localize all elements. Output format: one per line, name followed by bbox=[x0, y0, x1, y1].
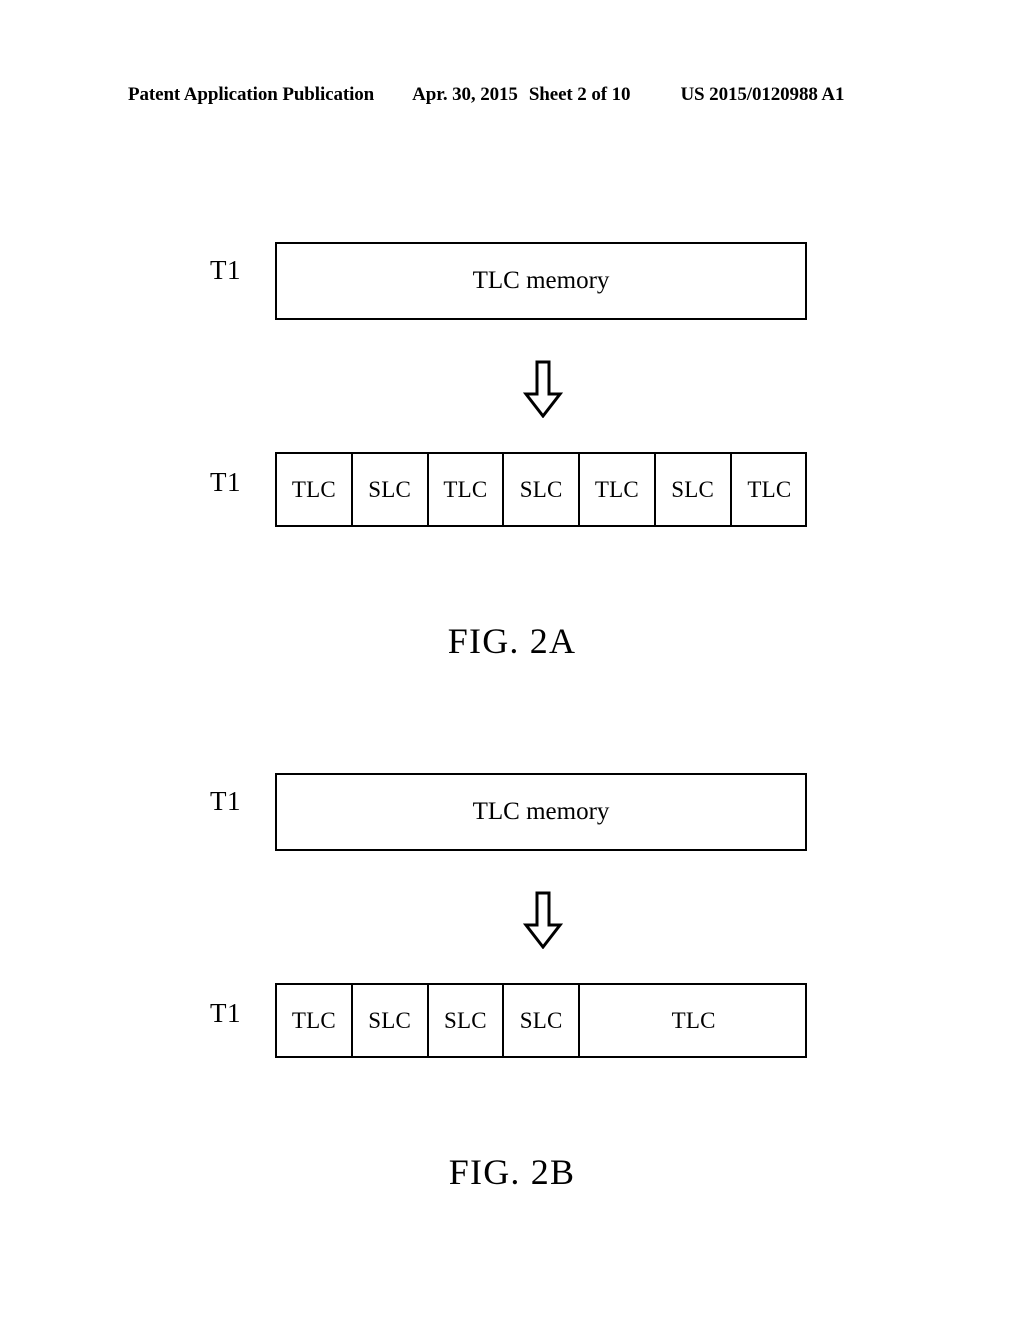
memory-cell-tlc: TLC bbox=[671, 1007, 716, 1033]
figure-2a-before-row: T1 TLC memory bbox=[0, 230, 1024, 320]
memory-cell-slc: SLC bbox=[656, 454, 732, 525]
figure-2b-after-row: T1 TLC SLC SLC SLC TLC bbox=[0, 973, 1024, 1058]
figure-2a-tlc-memory-block: TLC memory bbox=[275, 242, 807, 320]
figure-2b: T1 TLC memory T1 TLC SLC SLC SLC TLC FIG. 2B bbox=[0, 761, 1024, 1211]
figure-2b-caption: FIG. 2B bbox=[448, 1152, 576, 1192]
header-date-label: Apr. 30, 2015 bbox=[412, 84, 518, 105]
header-sheet-label: Sheet 2 of 10 bbox=[528, 84, 631, 105]
memory-cell-slc: SLC bbox=[353, 454, 429, 525]
memory-cell-slc: SLC bbox=[429, 985, 505, 1056]
memory-cell-tlc: TLC bbox=[580, 454, 656, 525]
page-header: Patent Application Publication Apr. 30, … bbox=[128, 84, 896, 110]
figure-2a-after-row: T1 TLC SLC TLC SLC TLC SLC TLC bbox=[0, 442, 1024, 527]
figure-2a-before-row-label: T1 bbox=[210, 254, 241, 285]
memory-cell-tlc: TLC bbox=[277, 985, 353, 1056]
memory-cell-slc: SLC bbox=[353, 985, 429, 1056]
figure-2a: T1 TLC memory T1 TLC SLC TLC SLC TLC SLC TLC F… bbox=[0, 230, 1024, 680]
header-publication-label: Patent Application Publication bbox=[128, 84, 375, 105]
figure-2a-after-row-label: T1 bbox=[210, 466, 241, 497]
memory-cell-tlc: TLC bbox=[747, 476, 792, 502]
figure-2a-caption: FIG. 2A bbox=[447, 621, 577, 661]
figure-2b-tlc-memory-block: TLC memory bbox=[275, 773, 807, 851]
figure-2b-after-row-label: T1 bbox=[210, 997, 241, 1028]
down-arrow-icon bbox=[523, 360, 563, 418]
figure-2b-segmented-memory-bar: TLC SLC SLC SLC TLC bbox=[275, 983, 807, 1058]
figure-2b-before-row-label: T1 bbox=[210, 785, 241, 816]
memory-cell-tlc: TLC bbox=[277, 454, 353, 525]
memory-cell-slc: SLC bbox=[504, 985, 580, 1056]
figure-2b-before-row: T1 TLC memory bbox=[0, 761, 1024, 851]
figure-2a-segmented-memory-bar: TLC SLC TLC SLC TLC SLC TLC bbox=[275, 452, 807, 527]
header-patent-number: US 2015/0120988 A1 bbox=[680, 84, 845, 105]
memory-cell-slc: SLC bbox=[504, 454, 580, 525]
down-arrow-icon bbox=[523, 891, 563, 949]
memory-cell-tlc: TLC bbox=[429, 454, 505, 525]
